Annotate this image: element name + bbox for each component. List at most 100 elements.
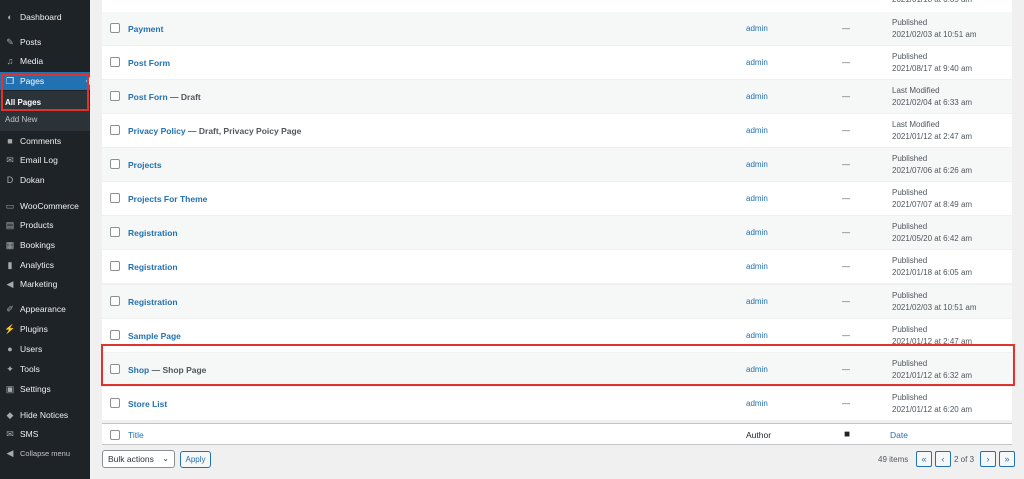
first-page-button[interactable]: « bbox=[916, 451, 932, 467]
author-link[interactable]: admin bbox=[746, 331, 768, 340]
row-checkbox[interactable] bbox=[110, 159, 120, 169]
page-title-text[interactable]: Store List bbox=[128, 399, 167, 409]
page-title-text[interactable]: Payment bbox=[128, 24, 163, 34]
publish-date: 2021/01/12 at 6:32 am bbox=[892, 371, 973, 380]
collapse-icon: ◀ bbox=[6, 447, 14, 458]
next-page-button[interactable]: › bbox=[980, 451, 996, 467]
page-title-text[interactable]: Registration bbox=[128, 262, 178, 272]
author-link[interactable]: admin bbox=[746, 297, 768, 306]
author-link[interactable]: admin bbox=[746, 228, 768, 237]
author-link[interactable]: admin bbox=[746, 24, 768, 33]
comment-column-icon[interactable]: ■ bbox=[844, 429, 850, 440]
sidebar-item-email-log[interactable]: ✉ Email Log bbox=[0, 151, 90, 169]
row-checkbox[interactable] bbox=[110, 91, 120, 101]
date-cell: Published 2021/01/18 at 6:05 am bbox=[892, 255, 972, 279]
page-title-link[interactable]: Registration bbox=[128, 297, 178, 307]
page-title-text[interactable]: Projects bbox=[128, 160, 162, 170]
author-link[interactable]: admin bbox=[746, 160, 768, 169]
select-all-checkbox[interactable] bbox=[110, 430, 120, 440]
sidebar-item-label: Hide Notices bbox=[20, 410, 69, 420]
prev-page-button[interactable]: ‹ bbox=[935, 451, 951, 467]
publish-date: 2021/07/07 at 8:49 am bbox=[892, 200, 973, 209]
author-link[interactable]: admin bbox=[746, 399, 768, 408]
sidebar-item-media[interactable]: ♫ Media bbox=[0, 52, 90, 70]
sidebar-item-sms[interactable]: ✉ SMS bbox=[0, 425, 90, 443]
page-title-link[interactable]: Projects For Theme bbox=[128, 194, 207, 204]
page-title-link[interactable]: Post Forn — Draft bbox=[128, 92, 201, 102]
publish-status: Published bbox=[892, 188, 928, 197]
publish-date: 2021/02/04 at 6:33 am bbox=[892, 98, 973, 107]
page-title-link[interactable]: Store List bbox=[128, 399, 167, 409]
column-title-sort[interactable]: Title bbox=[128, 430, 144, 440]
page-title-link[interactable]: Post Form bbox=[128, 58, 170, 68]
comments-count: — bbox=[842, 331, 850, 340]
sidebar-item-pages[interactable]: ❐ Pages bbox=[0, 72, 90, 90]
sidebar-item-hide-notices[interactable]: ◆ Hide Notices bbox=[0, 406, 90, 424]
sidebar-item-appearance[interactable]: ✐ Appearance bbox=[0, 300, 90, 318]
publish-date: 2021/07/06 at 6:26 am bbox=[892, 166, 973, 175]
sidebar-item-label: Pages bbox=[20, 76, 45, 86]
page-title-text[interactable]: Post Form bbox=[128, 58, 170, 68]
row-checkbox[interactable] bbox=[110, 261, 120, 271]
row-checkbox[interactable] bbox=[110, 398, 120, 408]
dokan-icon: D bbox=[6, 174, 14, 185]
author-link[interactable]: admin bbox=[746, 365, 768, 374]
sidebar-item-bookings[interactable]: ▦ Bookings bbox=[0, 236, 90, 254]
sidebar-item-label: Dashboard bbox=[20, 12, 62, 22]
sidebar-item-analytics[interactable]: ▮ Analytics bbox=[0, 256, 90, 274]
page-title-text[interactable]: Projects For Theme bbox=[128, 194, 207, 204]
page-title-link[interactable]: Shop — Shop Page bbox=[128, 365, 206, 375]
row-checkbox[interactable] bbox=[110, 330, 120, 340]
sidebar-item-products[interactable]: ▤ Products bbox=[0, 216, 90, 234]
sidebar-item-dashboard[interactable]: ◐ Dashboard bbox=[0, 8, 90, 26]
column-date-sort[interactable]: Date bbox=[890, 430, 908, 440]
sidebar-item-plugins[interactable]: ⚡ Plugins bbox=[0, 320, 90, 338]
author-link[interactable]: admin bbox=[746, 262, 768, 271]
date-cell: 2021/01/18 at 6:05 am bbox=[892, 0, 972, 6]
page-title-link[interactable]: Registration bbox=[128, 262, 178, 272]
pages-icon: ❐ bbox=[5, 75, 15, 86]
page-title-text[interactable]: Sample Page bbox=[128, 331, 181, 341]
bell-icon: ◆ bbox=[6, 409, 14, 420]
last-page-button[interactable]: » bbox=[999, 451, 1015, 467]
publish-status: Published bbox=[892, 222, 928, 231]
sidebar-item-woocommerce[interactable]: ▭ WooCommerce bbox=[0, 197, 90, 215]
page-title-link[interactable]: Registration bbox=[128, 228, 178, 238]
apply-button[interactable]: Apply bbox=[180, 451, 211, 468]
page-title-link[interactable]: Payment bbox=[128, 24, 163, 34]
submenu-all-pages[interactable]: All Pages bbox=[0, 94, 90, 110]
row-checkbox[interactable] bbox=[110, 227, 120, 237]
page-title-text[interactable]: Privacy Policy bbox=[128, 126, 186, 136]
author-link[interactable]: admin bbox=[746, 194, 768, 203]
row-checkbox[interactable] bbox=[110, 125, 120, 135]
author-link[interactable]: admin bbox=[746, 58, 768, 67]
sidebar-item-posts[interactable]: ✎ Posts bbox=[0, 33, 90, 51]
page-title-link[interactable]: Projects bbox=[128, 160, 162, 170]
row-checkbox[interactable] bbox=[110, 296, 120, 306]
comment-icon: ■ bbox=[7, 135, 13, 146]
submenu-add-new[interactable]: Add New bbox=[0, 111, 90, 127]
date-cell: Published 2021/01/12 at 2:47 am bbox=[892, 324, 972, 348]
bulk-actions-select[interactable]: Bulk actions ⌄ bbox=[102, 450, 175, 468]
sidebar-item-comments[interactable]: ■ Comments bbox=[0, 132, 90, 150]
page-title-link[interactable]: Privacy Policy — Draft, Privacy Poicy Pa… bbox=[128, 126, 301, 136]
page-title-text[interactable]: Registration bbox=[128, 228, 178, 238]
sidebar-item-users[interactable]: ● Users bbox=[0, 340, 90, 358]
sidebar-item-marketing[interactable]: ◀ Marketing bbox=[0, 275, 90, 293]
author-link[interactable]: admin bbox=[746, 126, 768, 135]
page-title-text[interactable]: Shop bbox=[128, 365, 149, 375]
publish-status: Last Modified bbox=[892, 120, 940, 129]
author-link[interactable]: admin bbox=[746, 92, 768, 101]
row-checkbox[interactable] bbox=[110, 193, 120, 203]
sidebar-item-settings[interactable]: ▣ Settings bbox=[0, 380, 90, 398]
row-checkbox[interactable] bbox=[110, 364, 120, 374]
page-title-text[interactable]: Post Forn bbox=[128, 92, 168, 102]
sidebar-item-dokan[interactable]: D Dokan bbox=[0, 171, 90, 189]
sidebar-item-tools[interactable]: ✦ Tools bbox=[0, 360, 90, 378]
sidebar-item-collapse-menu[interactable]: ◀ Collapse menu bbox=[0, 444, 90, 462]
page-title-link[interactable]: Sample Page bbox=[128, 331, 181, 341]
page-title-text[interactable]: Registration bbox=[128, 297, 178, 307]
sidebar-item-label: Collapse menu bbox=[20, 448, 71, 458]
row-checkbox[interactable] bbox=[110, 23, 120, 33]
row-checkbox[interactable] bbox=[110, 57, 120, 67]
